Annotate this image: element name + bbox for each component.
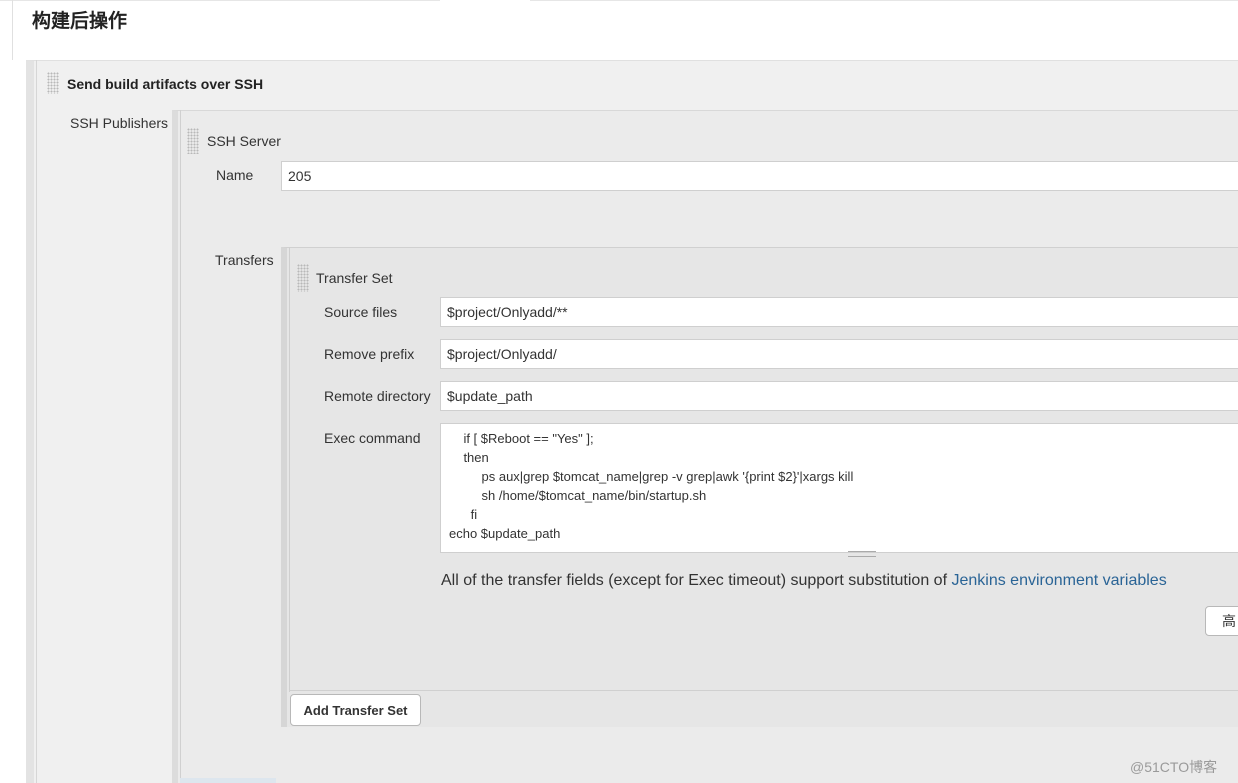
name-label: Name — [216, 167, 254, 183]
transfer-set-header: Transfer Set — [316, 270, 393, 286]
remove-prefix-input[interactable] — [440, 339, 1238, 369]
bottom-strip — [180, 778, 276, 783]
textarea-resize-grip[interactable] — [848, 551, 876, 557]
left-border — [12, 0, 13, 60]
ssh-publishers-label: SSH Publishers — [70, 115, 169, 131]
watermark: @51CTO博客 — [1130, 759, 1218, 775]
remove-prefix-label: Remove prefix — [324, 346, 415, 362]
transfer-set-panel-bottom — [289, 690, 1238, 691]
source-files-label: Source files — [324, 304, 398, 320]
top-border — [0, 0, 1238, 1]
publisher-panel-edge — [36, 60, 37, 783]
publisher-header: Send build artifacts over SSH — [67, 76, 264, 92]
publisher-drag-handle[interactable] — [47, 72, 59, 94]
name-input[interactable] — [281, 161, 1238, 191]
ssh-server-header: SSH Server — [207, 133, 281, 149]
add-transfer-set-button[interactable]: Add Transfer Set — [290, 694, 421, 726]
tab-gap — [440, 0, 530, 2]
ssh-server-drag-handle[interactable] — [187, 128, 199, 154]
section-title: 构建后操作 — [32, 10, 128, 32]
transfer-set-drag-handle[interactable] — [297, 264, 309, 292]
exec-command-textarea[interactable]: if [ $Reboot == "Yes" ]; then ps aux|gre… — [440, 423, 1238, 553]
advanced-button[interactable]: 高 — [1205, 606, 1238, 636]
env-vars-note: All of the transfer fields (except for E… — [441, 572, 1167, 590]
source-files-input[interactable] — [440, 297, 1238, 327]
jenkins-env-vars-link[interactable]: Jenkins environment variables — [951, 572, 1166, 589]
remote-directory-label: Remote directory — [324, 388, 431, 404]
env-vars-note-text: All of the transfer fields (except for E… — [441, 572, 952, 589]
transfer-set-panel-edge — [289, 247, 290, 692]
ssh-server-panel-edge — [180, 110, 181, 783]
exec-command-label: Exec command — [324, 430, 421, 446]
remote-directory-input[interactable] — [440, 381, 1238, 411]
transfers-label: Transfers — [215, 252, 274, 268]
